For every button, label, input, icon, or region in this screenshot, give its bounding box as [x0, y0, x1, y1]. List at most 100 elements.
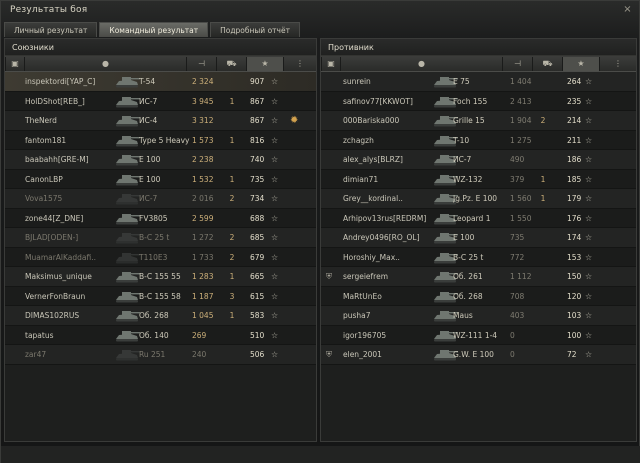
medals-icon[interactable]: ⋮	[599, 57, 636, 71]
table-row[interactable]: MuamarAlKaddafi.. T110E3 1 733 2 679 ☆	[5, 247, 316, 267]
table-row[interactable]: Maksimus_unique B-C 155 55 1 283 1 665 ☆	[5, 267, 316, 287]
star-icon: ☆	[271, 291, 279, 301]
table-row[interactable]: BJLAD[ODEN-] B-C 25 t1 272 2 685 ☆	[5, 228, 316, 248]
kills-value	[536, 150, 550, 170]
table-row[interactable]: alex_alys[BLRZ] ИС-7 490 186 ☆	[321, 150, 636, 170]
star-icon: ☆	[271, 77, 279, 86]
star-icon: ☆	[585, 213, 593, 223]
tank-name: WZ-111 1-4	[453, 330, 498, 340]
kills-value	[225, 111, 239, 131]
table-row[interactable]: sunrein E 75 1 404 264 ☆	[321, 72, 636, 92]
tank-name: ИС-4	[139, 116, 158, 125]
tank-name: Ru 251	[139, 350, 166, 359]
platoon-icon[interactable]: ▣	[321, 57, 340, 71]
table-row[interactable]: Arhipov13rus[REDRM] Leopard 11 550 176 ☆	[321, 208, 636, 228]
table-row[interactable]: DIMAS102RUS Об. 268 1 045 1 583 ☆	[5, 306, 316, 326]
kills-value	[225, 150, 239, 170]
kills-value	[225, 209, 239, 229]
xp-icon[interactable]: ★	[246, 57, 283, 71]
player-name: MuamarAlKaddafi..	[25, 252, 97, 262]
table-row[interactable]: igor196705 WZ-111 1-4 0 100 ☆	[321, 325, 636, 346]
table-row[interactable]: tapatus Об. 140 269 510 ☆	[5, 325, 316, 345]
damage-value: 1 045	[192, 311, 214, 320]
table-row[interactable]: HolDShot[REB_] ИС-7 3 945 1 867 ☆	[5, 91, 316, 111]
table-row[interactable]: fantom181 Type 5 Heavy 1 573 1 816 ☆	[5, 130, 316, 150]
platoon-icon[interactable]: ▣	[5, 57, 24, 71]
allies-header-row: ▣ ● ⊣ ⛟ ★ ⋮	[5, 56, 316, 72]
tank-name: T110E3	[139, 252, 168, 262]
tank-name: B-C 25 t	[139, 233, 170, 242]
table-row[interactable]: ⛨ elen_2001 G.W. E 100 0 72 ☆	[321, 345, 636, 365]
tank-name: B-C 25 t	[453, 252, 484, 262]
kills-value	[536, 306, 550, 326]
kills-value	[536, 326, 550, 346]
table-row[interactable]: baabahh[GRE-M] E 100 2 238 740 ☆	[5, 150, 316, 170]
damage-value: 3 945	[192, 96, 214, 106]
table-row[interactable]: zone44[Z_DNE] FV3805 2 599 688 ☆	[5, 208, 316, 229]
tab-2[interactable]: Подробный отчёт	[210, 22, 300, 37]
star-icon: ☆	[271, 330, 279, 340]
kills-icon[interactable]: ⛟	[216, 57, 246, 71]
player-name: 000Bariska000	[343, 116, 400, 125]
close-icon[interactable]: ×	[621, 4, 634, 16]
tank-name: E 100	[139, 174, 161, 184]
footer-bar	[1, 446, 640, 463]
table-row[interactable]: Horoshiy_Max.. B-C 25 t 772 153 ☆	[321, 247, 636, 267]
tab-1[interactable]: Командный результат	[99, 22, 209, 37]
kills-value	[536, 92, 550, 112]
kills-value	[536, 72, 550, 92]
damage-icon[interactable]: ⊣	[502, 57, 532, 71]
star-icon: ☆	[271, 350, 279, 359]
damage-value: 1 187	[192, 291, 214, 301]
table-row[interactable]: dimian71 WZ-132 379 1 185 ☆	[321, 169, 636, 189]
tank-icon	[113, 172, 141, 187]
tank-icon	[113, 211, 141, 226]
table-row[interactable]: Vova1575 ИС-7 2 016 2 734 ☆	[5, 189, 316, 209]
player-name: zar47	[25, 350, 47, 359]
table-row[interactable]: inspektordi[YAP_C] T-54 2 324 907 ☆	[5, 72, 316, 92]
kills-icon[interactable]: ⛟	[532, 57, 562, 71]
star-icon: ☆	[585, 330, 593, 340]
table-row[interactable]: TheNerd ИС-4 3 312 867 ☆ ✹	[5, 111, 316, 131]
player-icon[interactable]: ●	[340, 57, 502, 71]
star-icon: ☆	[585, 77, 593, 86]
star-icon: ☆	[585, 291, 593, 301]
damage-value: 1 733	[192, 252, 214, 262]
table-row[interactable]: CanonLBP E 100 1 532 1 735 ☆	[5, 169, 316, 189]
medal-icon[interactable]: ✹	[290, 111, 304, 131]
tank-icon	[113, 94, 141, 109]
star-icon: ☆	[271, 135, 279, 145]
kills-value: 1	[229, 272, 235, 281]
player-name: TheNerd	[25, 116, 57, 125]
tank-icon	[113, 191, 141, 206]
star-icon: ☆	[585, 96, 593, 106]
damage-value: 1 283	[192, 272, 214, 281]
table-row[interactable]: MaRtUnEo Об. 268 708 120 ☆	[321, 286, 636, 306]
tab-0[interactable]: Личный результат	[4, 22, 98, 37]
table-row[interactable]: Andrey0496[RO_OL] E 100 735 174 ☆	[321, 228, 636, 248]
tank-name: B-C 155 58	[139, 291, 181, 301]
table-row[interactable]: safinov77[KKWOT] Foch 155 2 413 235 ☆	[321, 91, 636, 112]
damage-value: 3 312	[192, 116, 214, 125]
table-row[interactable]: zar47 Ru 251 240 506 ☆	[5, 345, 316, 365]
table-row[interactable]: pusha7 Maus 403 103 ☆	[321, 306, 636, 326]
medals-icon[interactable]: ⋮	[283, 57, 316, 71]
player-name: HolDShot[REB_]	[25, 96, 85, 106]
table-row[interactable]: Grey__kordinal.. Jg.Pz. E 100 1 560 1 179 ☆	[321, 189, 636, 209]
damage-icon[interactable]: ⊣	[186, 57, 216, 71]
table-row[interactable]: 000Bariska000 Grille 15 1 904 2 214 ☆	[321, 111, 636, 131]
table-row[interactable]: zchagzh T-10 1 275 211 ☆	[321, 130, 636, 150]
player-name: inspektordi[YAP_C]	[25, 77, 96, 86]
table-row[interactable]: ⛨ sergeiefrem Об. 261 1 112 150 ☆	[321, 267, 636, 287]
table-row[interactable]: VernerFonBraun B-C 155 58 1 187 3 615 ☆	[5, 286, 316, 306]
xp-icon[interactable]: ★	[562, 57, 599, 71]
tank-name: Об. 261	[453, 272, 483, 281]
enemies-list: sunrein E 75 1 404 264 ☆ safinov77[KKWOT] Foch…	[321, 72, 636, 365]
tank-name: Grille 15	[453, 116, 485, 125]
player-name: elen_2001	[343, 350, 382, 359]
tank-name: Об. 140	[139, 330, 169, 340]
tank-icon	[113, 152, 141, 167]
tank-name: Type 5 Heavy	[139, 135, 190, 145]
player-icon[interactable]: ●	[24, 57, 186, 71]
player-name: sergeiefrem	[343, 272, 389, 281]
